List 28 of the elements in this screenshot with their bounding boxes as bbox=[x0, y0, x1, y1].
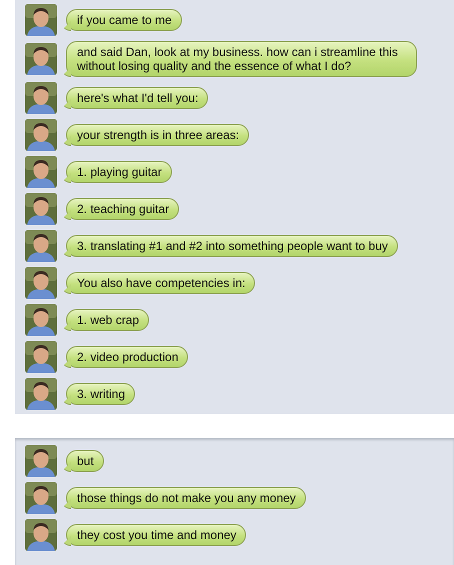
message-bubble: here's what I'd tell you: bbox=[61, 87, 208, 109]
avatar bbox=[25, 304, 57, 336]
avatar bbox=[25, 156, 57, 188]
avatar bbox=[25, 378, 57, 410]
message-bubble: 3. writing bbox=[61, 383, 136, 405]
message-bubble: 2. teaching guitar bbox=[61, 198, 180, 220]
avatar bbox=[25, 341, 57, 373]
message-bubble: and said Dan, look at my business. how can i streamline this without losing quality and the essence of what I do? bbox=[61, 41, 417, 77]
avatar bbox=[25, 230, 57, 262]
avatar bbox=[25, 119, 57, 151]
message-bubble: those things do not make you any money bbox=[61, 487, 306, 509]
message-bubble: 1. playing guitar bbox=[61, 161, 172, 183]
message-bubble: You also have competencies in: bbox=[61, 272, 256, 294]
message-bubble: but bbox=[61, 450, 104, 472]
message-bubble: 2. video production bbox=[61, 346, 188, 368]
avatar bbox=[25, 519, 57, 551]
avatar bbox=[25, 4, 57, 36]
avatar bbox=[25, 43, 57, 75]
message-bubble: 3. translating #1 and #2 into something people want to buy bbox=[61, 235, 398, 257]
avatar bbox=[25, 482, 57, 514]
avatar bbox=[25, 193, 57, 225]
message-bubble: they cost you time and money bbox=[61, 524, 246, 546]
avatar bbox=[25, 82, 57, 114]
avatar bbox=[25, 267, 57, 299]
avatar bbox=[25, 445, 57, 477]
message-bubble: your strength is in three areas: bbox=[61, 124, 250, 146]
message-bubble: if you came to me bbox=[61, 9, 182, 31]
message-bubble: 1. web crap bbox=[61, 309, 150, 331]
